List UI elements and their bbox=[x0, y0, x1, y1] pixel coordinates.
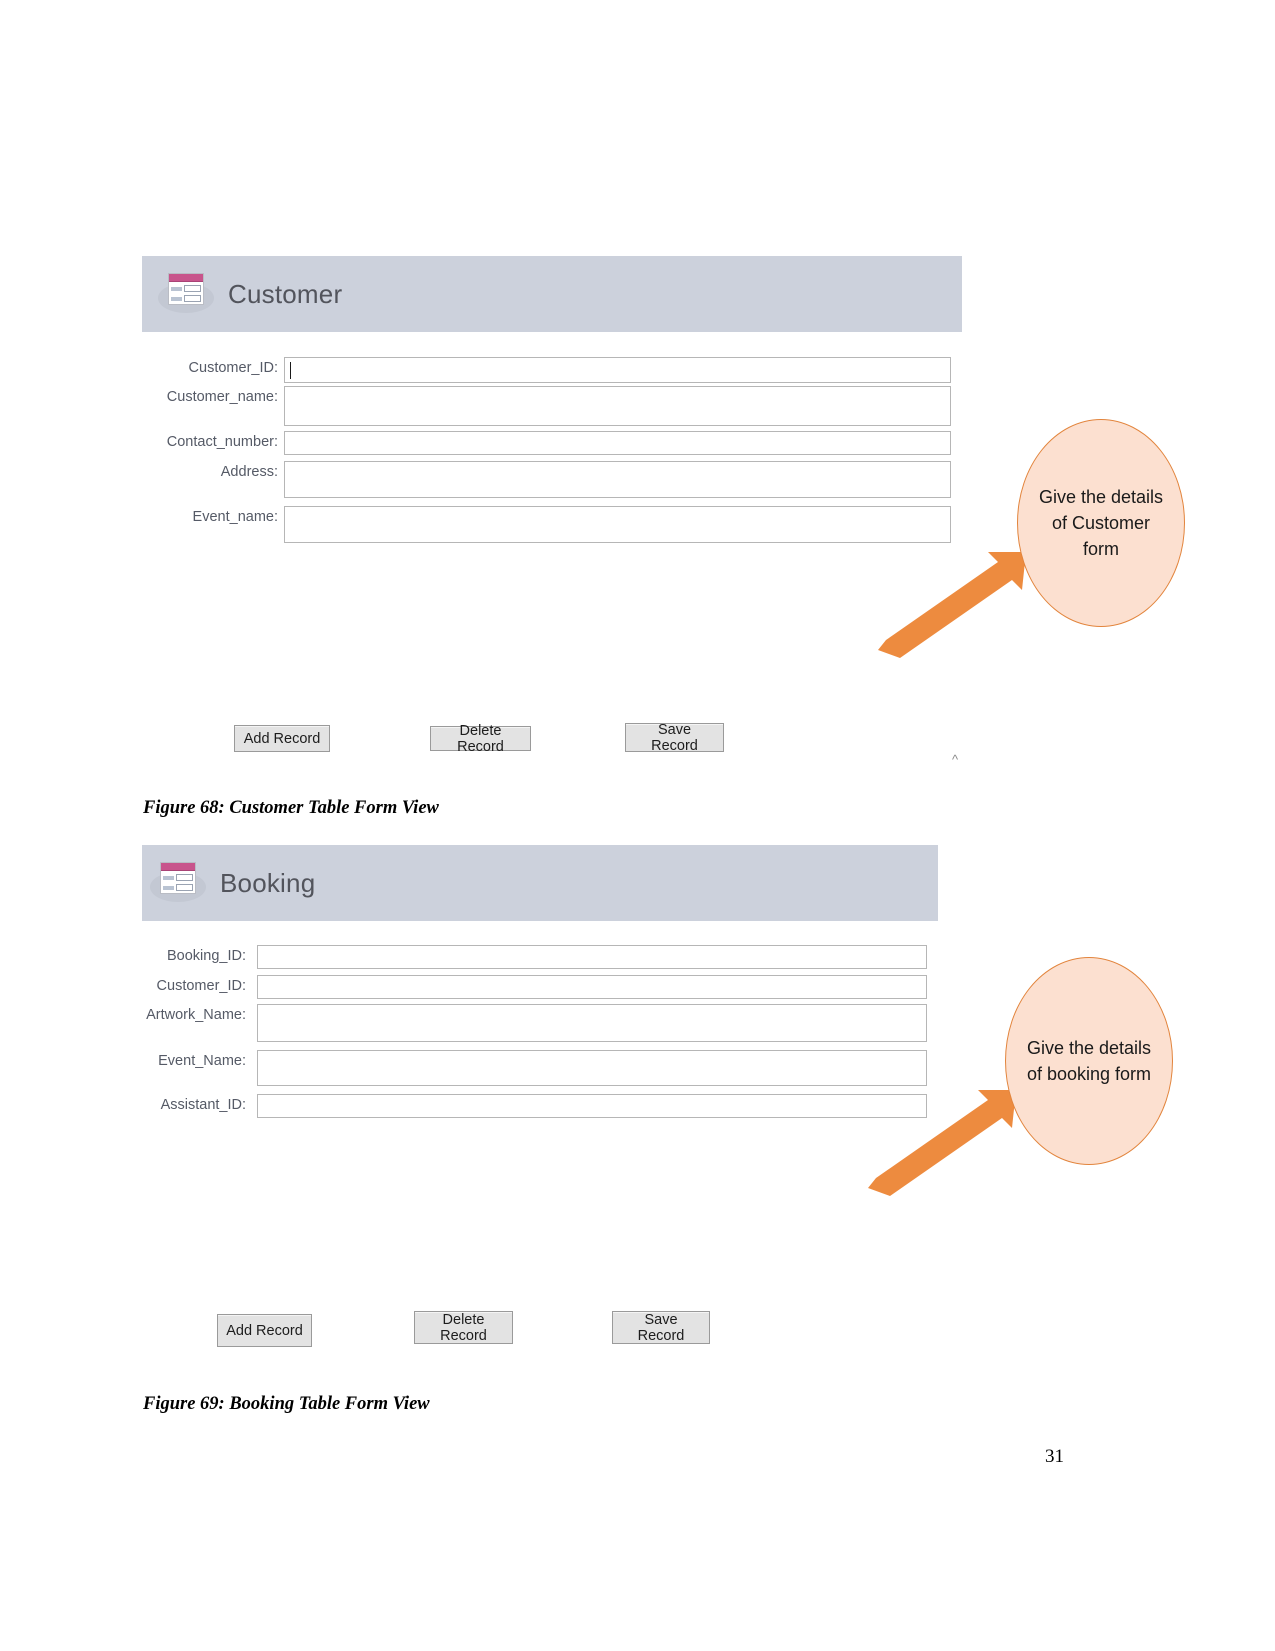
stray-caret-mark: ^ bbox=[952, 752, 959, 767]
delete-record-button-customer[interactable]: Delete Record bbox=[430, 723, 531, 755]
field-input-event-name[interactable] bbox=[284, 506, 951, 543]
text-caret bbox=[290, 362, 291, 379]
field-label-event-name: Event_name: bbox=[192, 509, 278, 525]
page-number: 31 bbox=[1045, 1446, 1064, 1467]
field-row-customer-name: Customer_name: bbox=[160, 386, 955, 426]
field-input-booking-customer-id[interactable] bbox=[257, 975, 927, 999]
access-form-icon bbox=[150, 860, 206, 906]
customer-form-header: Customer bbox=[142, 256, 962, 332]
field-label-artwork-name: Artwork_Name: bbox=[146, 1007, 246, 1023]
callout-booking: Give the details of booking form bbox=[1005, 957, 1173, 1165]
document-page: Customer Customer_ID: Customer_name: Con… bbox=[0, 0, 1275, 1651]
save-record-button-customer[interactable]: Save Record bbox=[625, 722, 724, 754]
field-input-address[interactable] bbox=[284, 461, 951, 498]
field-input-customer-id[interactable] bbox=[284, 357, 951, 383]
field-row-address: Address: bbox=[160, 461, 955, 498]
figure-caption-68: Figure 68: Customer Table Form View bbox=[143, 798, 439, 818]
delete-record-button-booking[interactable]: Delete Record bbox=[414, 1311, 513, 1344]
field-input-customer-name[interactable] bbox=[284, 386, 951, 426]
add-record-button-customer[interactable]: Add Record bbox=[234, 725, 330, 752]
field-row-booking-customer-id: Customer_ID: bbox=[143, 975, 933, 999]
field-input-booking-id[interactable] bbox=[257, 945, 927, 969]
field-label-booking-customer-id: Customer_ID: bbox=[156, 978, 246, 994]
add-record-button-booking[interactable]: Add Record bbox=[217, 1314, 312, 1347]
field-label-booking-id: Booking_ID: bbox=[167, 948, 246, 964]
field-row-contact-number: Contact_number: bbox=[160, 431, 955, 455]
field-row-assistant-id: Assistant_ID: bbox=[143, 1094, 933, 1118]
access-form-icon bbox=[158, 271, 214, 317]
field-label-address: Address: bbox=[220, 464, 278, 480]
booking-form-panel: Booking bbox=[142, 845, 938, 921]
field-row-event-name: Event_name: bbox=[160, 506, 955, 543]
callout-arrow-customer bbox=[878, 552, 1026, 658]
field-input-artwork-name[interactable] bbox=[257, 1004, 927, 1042]
field-row-booking-event-name: Event_Name: bbox=[143, 1050, 933, 1086]
field-label-customer-id: Customer_ID: bbox=[188, 360, 278, 376]
callout-arrow-booking bbox=[868, 1090, 1016, 1196]
booking-form-header: Booking bbox=[142, 845, 938, 921]
field-label-contact-number: Contact_number: bbox=[166, 434, 278, 450]
field-input-booking-event-name[interactable] bbox=[257, 1050, 927, 1086]
callout-customer: Give the details of Customer form bbox=[1017, 419, 1185, 627]
field-input-contact-number[interactable] bbox=[284, 431, 951, 455]
field-input-assistant-id[interactable] bbox=[257, 1094, 927, 1118]
field-row-artwork-name: Artwork_Name: bbox=[143, 1004, 933, 1042]
customer-form-title: Customer bbox=[228, 278, 343, 309]
callout-booking-text: Give the details of booking form bbox=[1026, 1038, 1152, 1084]
field-label-booking-event-name: Event_Name: bbox=[158, 1053, 246, 1069]
field-row-customer-id: Customer_ID: bbox=[160, 357, 955, 383]
field-label-assistant-id: Assistant_ID: bbox=[160, 1097, 246, 1113]
save-record-button-booking[interactable]: Save Record bbox=[612, 1311, 710, 1344]
field-label-customer-name: Customer_name: bbox=[166, 389, 278, 405]
field-row-booking-id: Booking_ID: bbox=[143, 945, 933, 969]
figure-caption-69: Figure 69: Booking Table Form View bbox=[143, 1394, 430, 1414]
booking-form-title: Booking bbox=[220, 867, 316, 898]
customer-form-panel: Customer bbox=[142, 256, 962, 332]
callout-customer-text: Give the details of Customer form bbox=[1038, 487, 1164, 559]
